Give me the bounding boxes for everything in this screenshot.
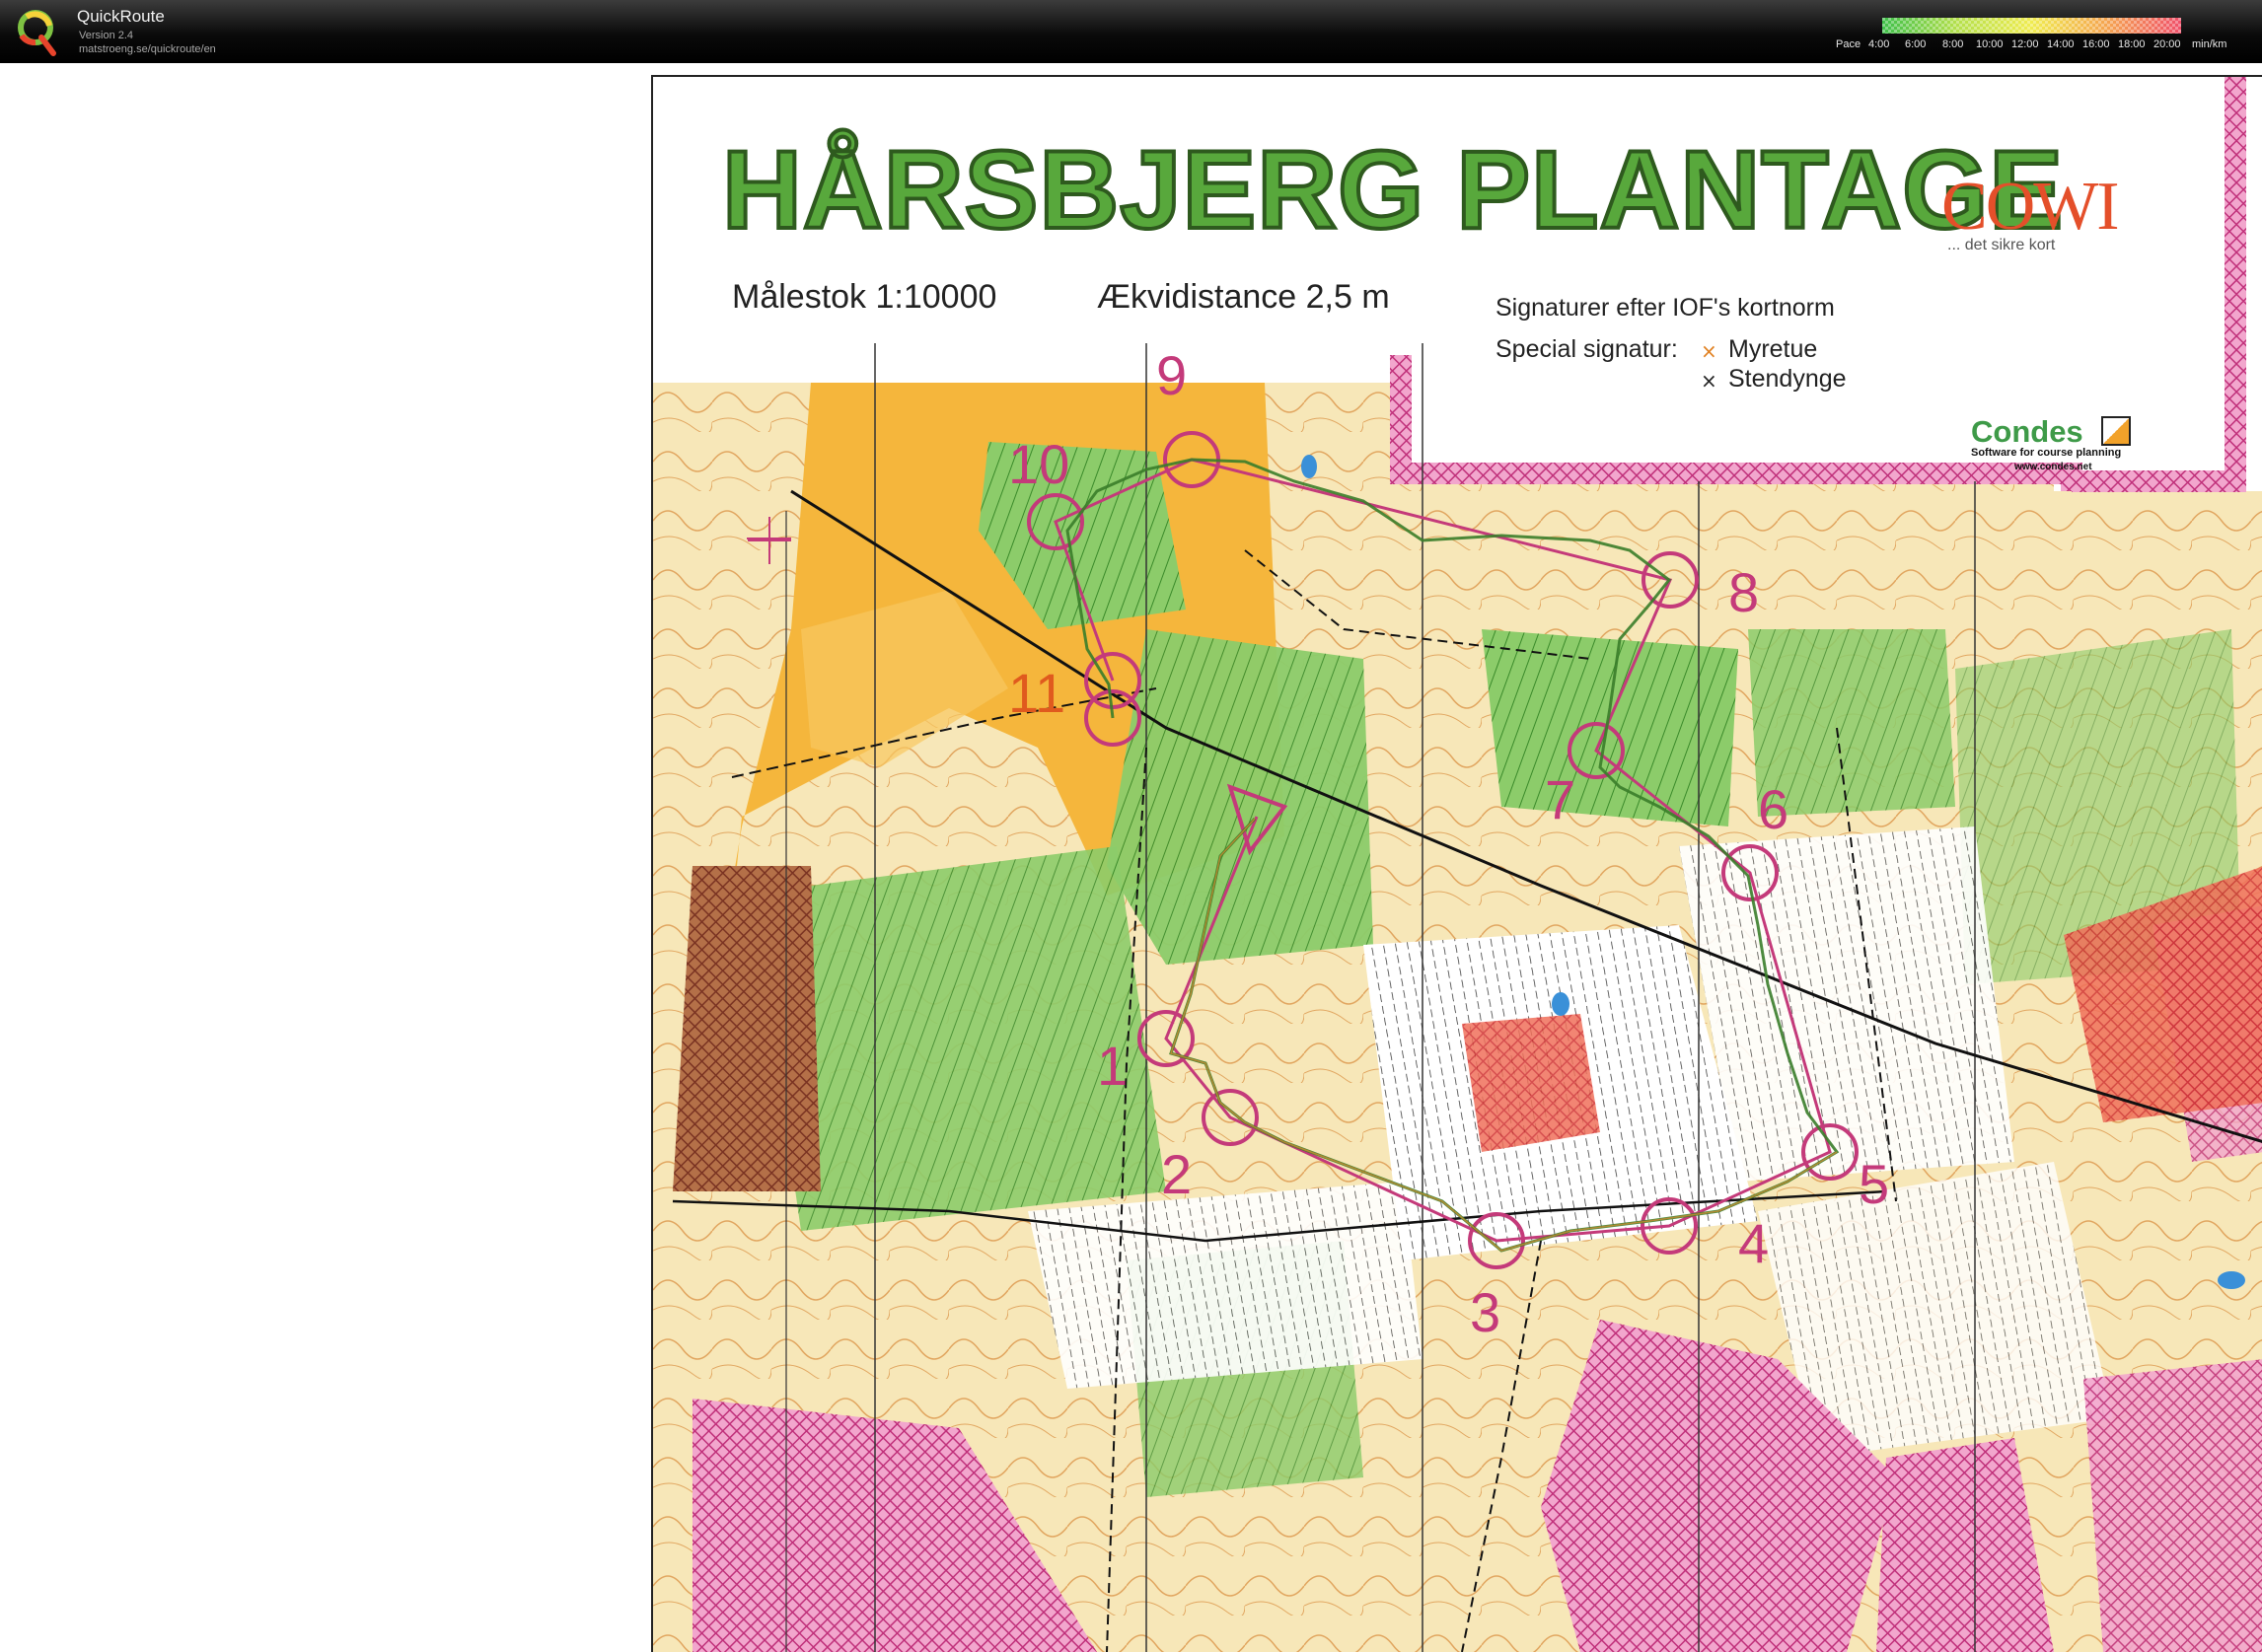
legend-cairn: Stendynge xyxy=(1728,365,1847,393)
control-number-6: 6 xyxy=(1758,778,1789,840)
app-version: Version 2.4 xyxy=(79,30,134,41)
control-number-10: 10 xyxy=(1008,433,1070,495)
cowi-logo: COWI xyxy=(1941,169,2120,245)
pace-tick: 8:00 xyxy=(1942,38,1964,50)
control-number-2: 2 xyxy=(1161,1143,1193,1205)
pace-tick: 6:00 xyxy=(1905,38,1927,50)
pace-tick: 12:00 xyxy=(2011,38,2039,50)
condes-tagline: Software for course planning xyxy=(1971,447,2122,459)
control-number-5: 5 xyxy=(1859,1153,1890,1215)
anthill-icon: × xyxy=(1701,339,1717,363)
pace-tick: 10:00 xyxy=(1976,38,2004,50)
legend-anthill: Myretue xyxy=(1728,335,1818,363)
condes-logo-icon xyxy=(2101,416,2131,446)
map-scale: Målestok 1:10000 xyxy=(732,278,997,316)
control-number-9: 9 xyxy=(1156,344,1188,406)
pace-color-scale xyxy=(1882,18,2181,34)
pace-tick: 4:00 xyxy=(1868,38,1890,50)
map-view[interactable]: HÅRSBJERG PLANTAGE Målestok 1:10000 Ækvi… xyxy=(651,75,2262,1652)
pace-tick: 20:00 xyxy=(2153,38,2181,50)
app-title: QuickRoute xyxy=(77,7,165,26)
control-number-1: 1 xyxy=(1097,1035,1129,1097)
cairn-icon: × xyxy=(1701,369,1717,393)
pace-tick: 16:00 xyxy=(2082,38,2110,50)
condes-url: www.condes.net xyxy=(2014,462,2092,472)
cowi-tagline: ... det sikre kort xyxy=(1947,237,2056,253)
control-number-7: 7 xyxy=(1545,768,1576,830)
legend-special: Special signatur: xyxy=(1496,335,1678,363)
condes-logo: Condes xyxy=(1971,414,2083,449)
map-title: HÅRSBJERG PLANTAGE xyxy=(720,126,2065,253)
pace-unit: min/km xyxy=(2192,38,2227,50)
pace-tick: 14:00 xyxy=(2047,38,2075,50)
control-number-8: 8 xyxy=(1728,561,1760,623)
app-url-link[interactable]: matstroeng.se/quickroute/en xyxy=(79,43,216,55)
control-number-4: 4 xyxy=(1738,1212,1770,1274)
control-number-11: 11 xyxy=(1008,662,1066,724)
app-header: QuickRoute Version 2.4 matstroeng.se/qui… xyxy=(0,0,2262,63)
legend-norm: Signaturer efter IOF's kortnorm xyxy=(1496,294,1835,322)
map-contour-interval: Ækvidistance 2,5 m xyxy=(1097,278,1390,316)
pace-label: Pace xyxy=(1836,38,1861,50)
control-number-3: 3 xyxy=(1470,1281,1501,1343)
pace-tick: 18:00 xyxy=(2118,38,2146,50)
quickroute-logo-icon xyxy=(18,10,56,56)
